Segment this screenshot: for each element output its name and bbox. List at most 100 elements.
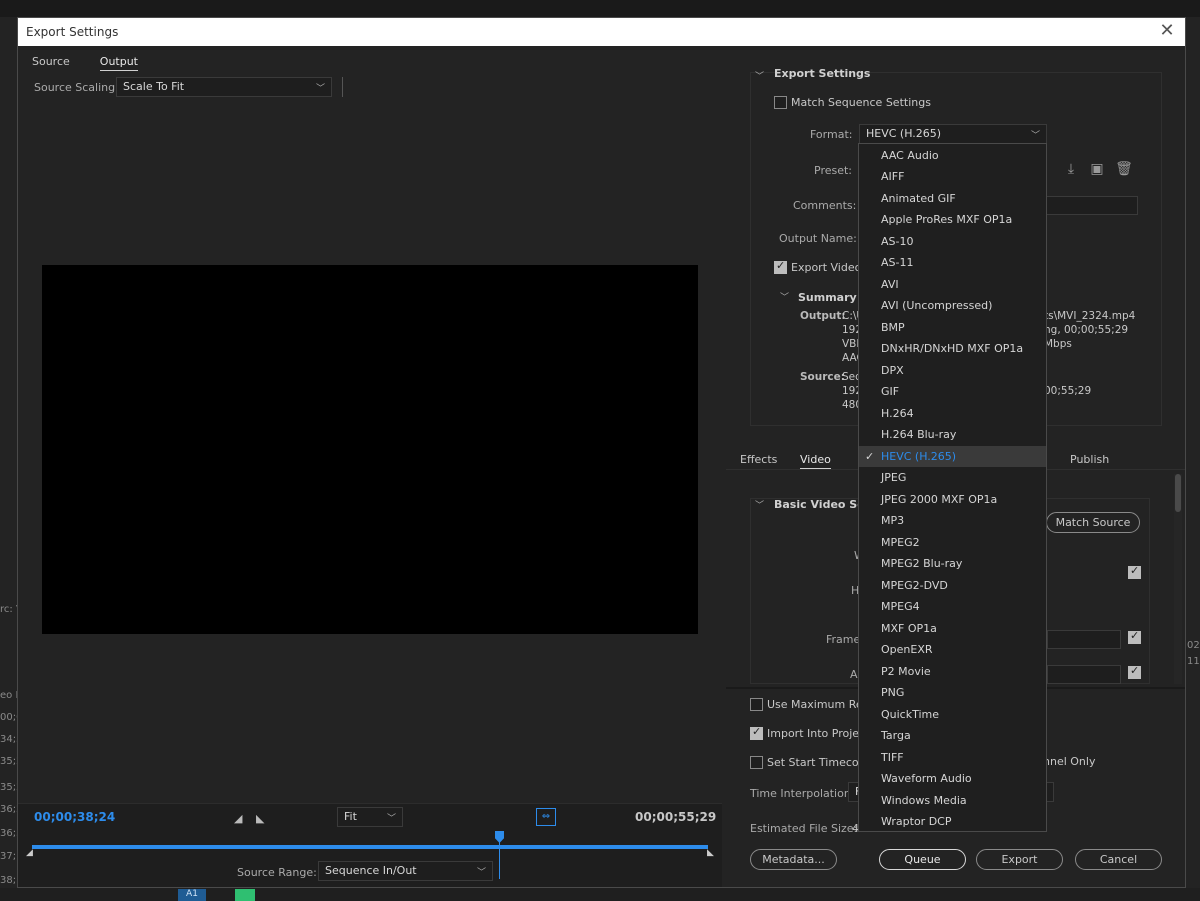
- collapse-icon[interactable]: ﹀: [780, 290, 789, 303]
- bg-fragment: 35;2: [0, 756, 17, 767]
- cancel-button[interactable]: Cancel: [1075, 849, 1162, 870]
- format-option[interactable]: AVI (Uncompressed): [859, 295, 1046, 317]
- format-option[interactable]: P2 Movie: [859, 661, 1046, 683]
- set-out-point-icon[interactable]: ◣: [256, 812, 264, 825]
- metadata-button[interactable]: Metadata...: [750, 849, 837, 870]
- chevron-down-icon: ﹀: [386, 814, 396, 824]
- range-start-handle[interactable]: ◢: [26, 848, 33, 858]
- summary-output-right: ts\MVI_2324.mp4: [1044, 310, 1136, 322]
- format-option[interactable]: MP3: [859, 510, 1046, 532]
- export-button[interactable]: Export: [976, 849, 1063, 870]
- comments-label: Comments:: [793, 199, 857, 212]
- tab-publish[interactable]: Publish: [1070, 453, 1109, 468]
- format-option[interactable]: AVI: [859, 274, 1046, 296]
- tab-effects[interactable]: Effects: [740, 453, 777, 468]
- format-option[interactable]: Apple ProRes MXF OP1a: [859, 209, 1046, 231]
- format-select[interactable]: HEVC (H.265) ﹀: [859, 124, 1047, 144]
- collapse-icon[interactable]: ﹀: [755, 498, 764, 511]
- scrollbar-thumb[interactable]: [1175, 474, 1181, 512]
- format-option-label: P2 Movie: [881, 664, 931, 678]
- source-range-select[interactable]: Sequence In/Out ﹀: [318, 861, 493, 881]
- format-option[interactable]: MPEG4: [859, 596, 1046, 618]
- range-end-handle[interactable]: ◣: [707, 848, 714, 858]
- set-start-tc-checkbox[interactable]: [750, 756, 763, 769]
- format-option-label: QuickTime: [881, 707, 940, 721]
- format-option[interactable]: GIF: [859, 381, 1046, 403]
- format-option-label: HEVC (H.265): [881, 449, 957, 463]
- format-option[interactable]: DPX: [859, 360, 1046, 382]
- format-option-label: JPEG: [881, 471, 907, 484]
- delete-preset-icon[interactable]: 🗑: [1115, 160, 1133, 178]
- format-value: HEVC (H.265): [866, 127, 942, 140]
- match-source-button[interactable]: Match Source: [1046, 512, 1140, 533]
- format-option-label: MP3: [881, 514, 905, 527]
- format-option[interactable]: BMP: [859, 317, 1046, 339]
- format-option[interactable]: Windows Media: [859, 790, 1046, 812]
- comments-input[interactable]: [1046, 196, 1138, 215]
- format-option[interactable]: AIFF: [859, 166, 1046, 188]
- format-option[interactable]: MPEG2: [859, 532, 1046, 554]
- link-dimensions-checkbox[interactable]: [1128, 564, 1141, 579]
- preview-tabs: Source Output: [32, 55, 168, 71]
- format-option[interactable]: H.264 Blu-ray: [859, 424, 1046, 446]
- format-option[interactable]: AAC Audio: [859, 145, 1046, 167]
- match-sequence-checkbox[interactable]: [774, 96, 787, 109]
- import-project-checkbox[interactable]: [750, 725, 763, 740]
- timecode-current[interactable]: 00;00;38;24: [34, 810, 115, 824]
- format-option[interactable]: Waveform Audio: [859, 768, 1046, 790]
- format-option-label: BMP: [881, 320, 905, 334]
- format-option-label: AIFF: [881, 170, 905, 183]
- format-option[interactable]: AS-11: [859, 252, 1046, 274]
- format-option[interactable]: AS-10: [859, 231, 1046, 253]
- format-option[interactable]: MPEG2 Blu-ray: [859, 553, 1046, 575]
- queue-button[interactable]: Queue: [879, 849, 966, 870]
- format-option[interactable]: OpenEXR: [859, 639, 1046, 661]
- format-option-label: Waveform Audio: [881, 772, 972, 785]
- save-preset-icon[interactable]: ⤓: [1062, 160, 1080, 178]
- preset-label: Preset:: [814, 164, 853, 177]
- bg-track-label: A1: [178, 889, 206, 901]
- bg-top-strip: [0, 0, 1200, 17]
- format-option[interactable]: ✓ HEVC (H.265): [859, 445, 1046, 467]
- format-option[interactable]: DNxHR/DNxHD MXF OP1a: [859, 338, 1046, 360]
- format-dropdown-list: AAC Audio AIFF Animated GIF Apple ProRes MX…: [858, 143, 1047, 832]
- aspect-select[interactable]: [1047, 665, 1121, 684]
- format-option[interactable]: TIFF: [859, 747, 1046, 769]
- import-preset-icon[interactable]: ▣: [1088, 160, 1106, 178]
- export-video-label: Export Video: [791, 261, 862, 274]
- format-option[interactable]: JPEG 2000 MXF OP1a: [859, 489, 1046, 511]
- frame-rate-checkbox[interactable]: [1128, 629, 1141, 644]
- aspect-checkbox[interactable]: [1128, 664, 1141, 679]
- close-icon[interactable]: ✕: [1157, 21, 1177, 41]
- aspect-correction-icon[interactable]: ⇔: [536, 808, 556, 826]
- use-max-render-checkbox[interactable]: [750, 698, 763, 711]
- import-project-label: Import Into Project: [767, 727, 870, 740]
- tab-output[interactable]: Output: [99, 55, 138, 71]
- collapse-icon[interactable]: ﹀: [755, 69, 764, 82]
- format-option[interactable]: H.264: [859, 403, 1046, 425]
- export-video-checkbox[interactable]: [774, 259, 787, 274]
- format-option[interactable]: MXF OP1a: [859, 618, 1046, 640]
- format-option[interactable]: Wraptor DCP: [859, 811, 1046, 833]
- frame-rate-select[interactable]: [1047, 630, 1121, 649]
- tab-source[interactable]: Source: [32, 55, 70, 71]
- format-option[interactable]: Animated GIF: [859, 188, 1046, 210]
- format-option[interactable]: Targa: [859, 725, 1046, 747]
- source-scaling-select[interactable]: Scale To Fit ﹀: [116, 77, 332, 97]
- set-in-point-icon[interactable]: ◢: [234, 812, 242, 825]
- format-option[interactable]: PNG: [859, 682, 1046, 704]
- timecode-duration: 00;00;55;29: [635, 810, 717, 824]
- work-area-bar[interactable]: [32, 845, 708, 849]
- zoom-select[interactable]: Fit ﹀: [337, 807, 403, 827]
- format-option[interactable]: MPEG2-DVD: [859, 575, 1046, 597]
- format-option-label: MPEG2-DVD: [881, 578, 948, 592]
- format-option-label: PNG: [881, 686, 905, 699]
- frame-rate-label: Frame: [826, 633, 861, 646]
- tab-video[interactable]: Video: [800, 453, 831, 469]
- format-option-label: Targa: [881, 729, 911, 742]
- format-option[interactable]: JPEG: [859, 467, 1046, 489]
- use-max-render-label: Use Maximum Ren: [767, 698, 870, 711]
- source-range-value: Sequence In/Out: [325, 864, 417, 877]
- format-option[interactable]: QuickTime: [859, 704, 1046, 726]
- format-option-label: AS-10: [881, 234, 914, 248]
